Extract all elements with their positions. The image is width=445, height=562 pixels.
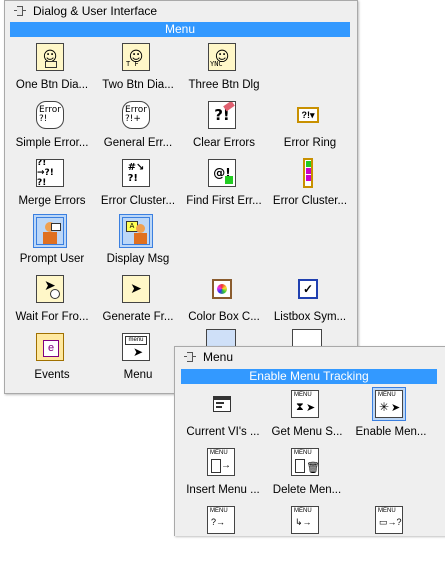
palette-item-listbox-symbol[interactable]: ✓ Listbox Sym... <box>266 273 354 331</box>
item-label: Events <box>34 369 70 381</box>
one-button-dialog-icon: ☺ <box>34 41 66 73</box>
item-label: Merge Errors <box>18 195 86 207</box>
get-menu-item-info-icon: MENU ?→ <box>205 504 237 536</box>
palette-title-bar[interactable]: Dialog & User Interface <box>5 1 357 21</box>
item-label: Error Cluster... <box>272 195 348 207</box>
error-cluster-from-code-icon: #↘?! <box>120 157 152 189</box>
palette-item-generate-front-panel[interactable]: ➤ Generate Fr... <box>94 273 182 331</box>
item-label: One Btn Dia... <box>15 79 89 91</box>
color-box-constant-icon <box>206 273 238 305</box>
display-message-icon: A <box>119 214 153 248</box>
item-label: Clear Errors <box>193 137 255 149</box>
item-label: Find First Err... <box>186 195 262 207</box>
three-button-dialog-icon: ☺ YNC <box>206 41 238 73</box>
palette-item-events[interactable]: e Events <box>8 331 96 389</box>
simple-error-handler-icon: Error?! <box>34 99 66 131</box>
palette-item-prompt-user[interactable]: Prompt User <box>8 214 96 273</box>
palette-item-get-menu-item-info[interactable]: MENU ?→ <box>179 504 267 562</box>
merge-errors-icon: ?!→?!?! <box>34 157 66 189</box>
error-cluster-constant-icon <box>292 157 324 189</box>
palette-item-clear-errors[interactable]: ?! Clear Errors <box>180 99 268 157</box>
item-label: Wait For Fro... <box>15 311 89 323</box>
palette-item-display-msg[interactable]: A Display Msg <box>94 214 182 273</box>
palette-item-menu[interactable]: menu ➤ Menu <box>94 331 182 389</box>
pin-icon[interactable] <box>183 350 197 364</box>
palette-title-bar[interactable]: Menu <box>175 347 445 367</box>
item-label: Two Btn Dia... <box>102 79 174 91</box>
get-menu-selection-icon: MENU ⧗ ➤ <box>289 388 321 420</box>
item-label: Generate Fr... <box>102 311 174 323</box>
palette-item-insert-menu-items[interactable]: MENU → Insert Menu ... <box>179 446 267 504</box>
palette-title: Dialog & User Interface <box>33 4 158 18</box>
item-label: Insert Menu ... <box>186 484 260 496</box>
two-button-dialog-icon: ☺ T F <box>120 41 152 73</box>
current-vi-menubar-icon <box>205 388 237 420</box>
highlighted-category-bar: Enable Menu Tracking <box>181 369 437 384</box>
palette-item-find-first-error[interactable]: @! Find First Err... <box>180 157 268 215</box>
item-label: Get Menu S... <box>271 426 343 438</box>
listbox-symbol-ring-icon: ✓ <box>292 273 324 305</box>
error-ring-icon: ?!▾ <box>292 99 324 131</box>
clear-errors-icon: ?! <box>206 99 238 131</box>
get-menu-shortcut-info-icon: MENU ▭→? <box>373 504 405 536</box>
delete-menu-items-icon: MENU 🗑 <box>289 446 321 478</box>
wait-for-front-panel-icon: ➤ <box>34 273 66 305</box>
palette-item-three-btn-dialog[interactable]: ☺ YNC Three Btn Dlg <box>180 41 268 99</box>
palette-item-one-btn-dialog[interactable]: ☺ One Btn Dia... <box>8 41 96 99</box>
palette-title: Menu <box>203 350 234 364</box>
item-label: Menu <box>123 369 153 381</box>
palette-item-error-cluster-constant[interactable]: Error Cluster... <box>266 157 354 215</box>
palette-item-error-ring[interactable]: ?!▾ Error Ring <box>266 99 354 157</box>
item-label: General Err... <box>103 137 173 149</box>
pin-icon[interactable] <box>13 4 27 18</box>
palette-item-general-error[interactable]: Error ?!+ General Err... <box>94 99 182 157</box>
set-menu-item-info-icon: MENU ↳→ <box>289 504 321 536</box>
palette-item-wait-for-front-panel[interactable]: ➤ Wait For Fro... <box>8 273 96 331</box>
item-label: Listbox Sym... <box>273 311 347 323</box>
general-error-handler-icon: Error ?!+ <box>120 99 152 131</box>
palette-item-color-box-constant[interactable]: Color Box C... <box>180 273 268 331</box>
palette-item-two-btn-dialog[interactable]: ☺ T F Two Btn Dia... <box>94 41 182 99</box>
palette-item-get-menu-shortcut-info[interactable]: MENU ▭→? <box>347 504 435 562</box>
palette-item-enable-menu-tracking[interactable]: MENU ✳ ➤ Enable Men... <box>347 387 435 446</box>
palette-item-current-vi-menubar[interactable]: Current VI's ... <box>179 388 267 446</box>
item-label: Simple Error... <box>15 137 89 149</box>
insert-menu-items-icon: MENU → <box>205 446 237 478</box>
palette-item-get-menu-selection[interactable]: MENU ⧗ ➤ Get Menu S... <box>263 388 351 446</box>
menu-palette: Menu Enable Menu Tracking Current VI's .… <box>174 346 445 536</box>
item-label: Display Msg <box>106 253 170 265</box>
item-label: Three Btn Dlg <box>188 79 260 91</box>
dialog-user-interface-palette: Dialog & User Interface Menu ☺ One Btn D… <box>4 0 358 394</box>
events-icon: e <box>34 331 66 363</box>
item-label: Current VI's ... <box>186 426 260 438</box>
palette-item-set-menu-item-info[interactable]: MENU ↳→ <box>263 504 351 562</box>
palette-item-simple-error[interactable]: Error?! Simple Error... <box>8 99 96 157</box>
menu-icon: menu ➤ <box>120 331 152 363</box>
item-label: Color Box C... <box>188 311 260 323</box>
enable-menu-tracking-icon: MENU ✳ ➤ <box>372 387 406 421</box>
palette-item-delete-menu-items[interactable]: MENU 🗑 Delete Men... <box>263 446 351 504</box>
palette-item-merge-errors[interactable]: ?!→?!?! Merge Errors <box>8 157 96 215</box>
item-label: Prompt User <box>19 253 85 265</box>
item-label: Error Ring <box>283 137 337 149</box>
item-label: Delete Men... <box>272 484 342 496</box>
generate-front-panel-activity-icon: ➤ <box>120 273 152 305</box>
item-label: Error Cluster... <box>100 195 176 207</box>
find-first-error-icon: @! <box>206 157 238 189</box>
highlighted-category-bar: Menu <box>10 22 350 37</box>
prompt-user-icon <box>33 214 67 248</box>
item-label: Enable Men... <box>355 426 427 438</box>
palette-item-error-cluster-from-code[interactable]: #↘?! Error Cluster... <box>94 157 182 215</box>
